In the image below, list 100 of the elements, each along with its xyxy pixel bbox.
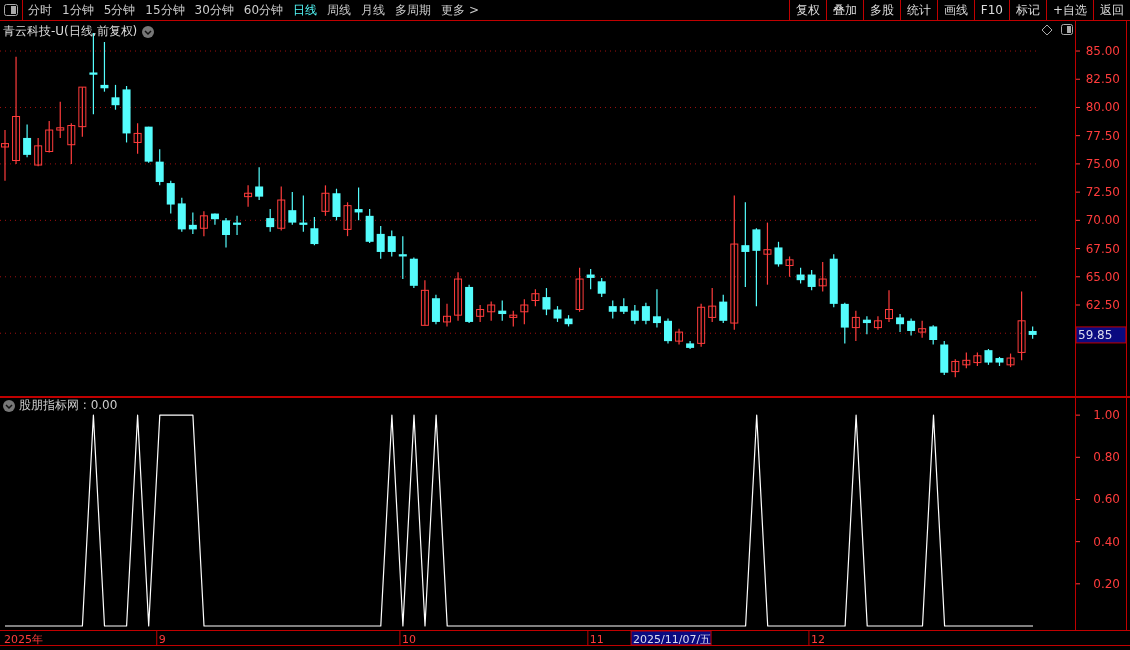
candlestick — [608, 299, 617, 320]
candlestick — [586, 268, 595, 290]
candlestick — [343, 201, 352, 237]
candlestick — [177, 197, 186, 233]
candlestick — [56, 101, 65, 139]
dropdown-icon[interactable] — [3, 399, 15, 412]
date-axis-label: 9 — [158, 632, 166, 646]
candlestick — [962, 351, 971, 369]
candlestick — [23, 123, 32, 158]
candlestick — [697, 303, 706, 348]
candlestick — [409, 257, 418, 289]
candlestick — [465, 284, 474, 324]
toolbar-button[interactable]: 统计 — [899, 0, 937, 20]
dropdown-icon[interactable] — [142, 25, 155, 38]
period-tab[interactable]: 多周期 — [390, 0, 437, 20]
candlestick — [575, 267, 584, 313]
candlestick — [940, 340, 949, 376]
candlestick — [266, 208, 275, 233]
period-tab[interactable]: 5分钟 — [98, 0, 141, 20]
panel-toggle-icon[interactable] — [1061, 24, 1073, 35]
toolbar-button[interactable]: 多股 — [862, 0, 900, 20]
candlestick — [199, 210, 208, 237]
period-tab[interactable]: 更多 > — [436, 0, 484, 20]
indicator-axis-label: 0.40 — [1093, 534, 1120, 549]
price-axis-label: 70.00 — [1085, 213, 1120, 228]
candlestick — [310, 216, 319, 246]
indicator-axis-label: 0.60 — [1093, 492, 1120, 507]
price-axis-label: 67.50 — [1085, 241, 1120, 256]
candlestick — [1006, 352, 1015, 368]
candlestick — [34, 137, 43, 167]
date-axis-label: 11 — [589, 632, 604, 646]
candlestick — [774, 241, 783, 268]
period-tab[interactable]: 月线 — [356, 0, 391, 20]
candlestick — [995, 356, 1004, 367]
candlestick — [255, 166, 264, 201]
diamond-icon[interactable] — [1041, 24, 1053, 36]
candlestick — [862, 315, 871, 335]
candlestick — [100, 41, 109, 93]
period-tab[interactable]: 分时 — [23, 0, 57, 20]
toolbar-button[interactable]: 返回 — [1093, 0, 1130, 20]
panel-toggle-icon[interactable] — [4, 4, 18, 16]
candlestick — [45, 120, 54, 154]
candlestick — [708, 287, 717, 323]
date-axis-label: 2025年 — [4, 632, 43, 646]
price-axis-label: 85.00 — [1085, 44, 1120, 59]
price-axis-label: 65.00 — [1085, 269, 1120, 284]
candlestick — [188, 211, 197, 235]
candlestick — [78, 86, 87, 138]
candlestick — [918, 320, 927, 339]
candlestick — [321, 184, 330, 217]
toolbar-button[interactable]: 标记 — [1008, 0, 1046, 20]
price-axis-label: 72.50 — [1085, 185, 1120, 200]
price-axis-label: 77.50 — [1085, 128, 1120, 143]
candlestick — [829, 253, 838, 308]
candlestick — [111, 84, 120, 111]
price-axis-label: 62.50 — [1085, 298, 1120, 312]
candlestick — [133, 122, 142, 155]
candlestick — [818, 261, 827, 293]
period-tab[interactable]: 日线 — [288, 0, 323, 20]
candlestick — [233, 215, 242, 236]
toolbar-button[interactable]: 画线 — [936, 0, 974, 20]
candlestick — [763, 222, 772, 286]
toolbar-button[interactable]: 叠加 — [825, 0, 863, 20]
candlestick — [1, 129, 9, 182]
candlestick — [387, 229, 396, 258]
indicator-title: 股朋指标网 : 0.00 — [19, 399, 118, 412]
toolbar-button[interactable]: F10 — [973, 0, 1009, 20]
period-tab[interactable]: 周线 — [322, 0, 357, 20]
candlestick — [929, 324, 938, 346]
candlestick — [332, 188, 341, 221]
candlestick — [807, 269, 816, 291]
period-tab[interactable]: 1分钟 — [57, 0, 99, 20]
candlestick — [664, 317, 672, 344]
period-tab[interactable]: 30分钟 — [189, 0, 239, 20]
candlestick — [443, 303, 451, 328]
candlestick — [487, 301, 496, 322]
candlestick — [222, 217, 230, 249]
candlestick — [155, 148, 164, 186]
candlestick — [641, 302, 650, 325]
candlestick — [531, 288, 540, 307]
candlestick — [652, 288, 661, 329]
toolbar-button[interactable]: 复权 — [788, 0, 826, 20]
candlestick — [951, 358, 960, 378]
candlestick — [244, 184, 253, 208]
indicator-axis-label: 1.00 — [1093, 408, 1120, 423]
candlestick — [840, 302, 849, 344]
candlestick — [67, 122, 76, 165]
candlestick — [973, 351, 982, 367]
candlestick — [509, 310, 518, 328]
candlestick — [144, 126, 153, 164]
candlestick — [288, 191, 297, 226]
period-tab[interactable]: 60分钟 — [238, 0, 289, 20]
indicator-axis-label: 0.20 — [1093, 576, 1120, 591]
toolbar-button[interactable]: +自选 — [1045, 0, 1093, 20]
candlestick — [398, 235, 407, 280]
candlestick — [354, 187, 363, 221]
last-price-label: 59.85 — [1075, 326, 1127, 344]
period-tab[interactable]: 15分钟 — [140, 0, 190, 20]
candlestick — [885, 289, 893, 323]
date-axis-label: 12 — [810, 632, 825, 646]
